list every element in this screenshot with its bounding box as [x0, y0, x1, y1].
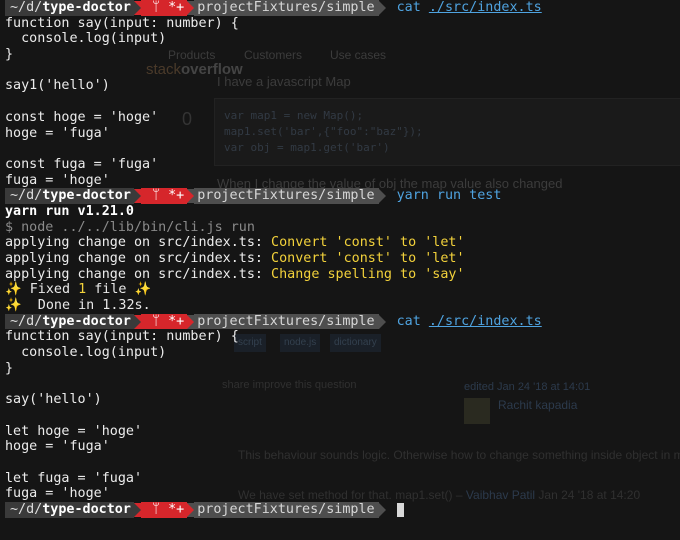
- output-line: function say(input: number) {: [5, 15, 239, 31]
- terminal-window[interactable]: ~/d/type-doctor ᛘ *+ projectFixtures/simp…: [0, 0, 680, 540]
- output-line: fuga = 'hoge': [5, 172, 110, 188]
- output-line: fuga = 'hoge': [5, 486, 110, 502]
- prompt-git-segment: ᛘ *+: [140, 502, 188, 518]
- shell-prompt: ~/d/type-doctor ᛘ *+ projectFixtures/simp…: [0, 0, 680, 16]
- done-line: ✨ Done in 1.32s.: [5, 298, 151, 314]
- shell-prompt-active[interactable]: ~/d/type-doctor ᛘ *+ projectFixtures/simp…: [0, 502, 680, 518]
- output-line: console.log(input): [5, 31, 167, 47]
- prompt-dir-segment: projectFixtures/simple: [194, 313, 379, 330]
- output-line: }: [5, 47, 14, 63]
- prompt-path-segment: ~/d/type-doctor: [5, 0, 134, 16]
- output-line: }: [5, 360, 14, 376]
- output-line: function say(input: number) {: [5, 329, 239, 345]
- change-line: applying change on src/index.ts: Convert…: [5, 235, 465, 251]
- prompt-git-segment: ᛘ *+: [140, 0, 188, 16]
- output-line: let hoge = 'hoge': [5, 423, 143, 439]
- yarn-version-line: yarn run v1.21.0: [5, 203, 134, 219]
- prompt-dir-segment: projectFixtures/simple: [194, 188, 379, 204]
- prompt-git-segment: ᛘ *+: [140, 313, 188, 330]
- fixed-summary-line: ✨ Fixed 1 file ✨: [5, 282, 152, 298]
- output-line: hoge = 'fuga': [5, 125, 110, 141]
- output-line: let fuga = 'fuga': [5, 470, 143, 486]
- output-line: say1('hello'): [5, 78, 110, 94]
- command-text: yarn run test: [396, 188, 502, 204]
- prompt-dir-segment: projectFixtures/simple: [194, 0, 379, 16]
- output-line: console.log(input): [5, 345, 167, 361]
- command-text: cat ./src/index.ts: [396, 313, 542, 329]
- node-command-line: $ node ../../lib/bin/cli.js run: [5, 219, 255, 235]
- output-line: hoge = 'fuga': [5, 439, 110, 455]
- prompt-path-segment: ~/d/type-doctor: [5, 313, 134, 330]
- output-line: const hoge = 'hoge': [5, 109, 159, 125]
- prompt-git-segment: ᛘ *+: [140, 188, 188, 204]
- prompt-path-segment: ~/d/type-doctor: [5, 188, 134, 204]
- prompt-path-segment: ~/d/type-doctor: [5, 502, 134, 518]
- output-line: say('hello'): [5, 392, 102, 408]
- terminal-cursor[interactable]: [396, 502, 404, 517]
- command-text: cat ./src/index.ts: [396, 0, 542, 15]
- change-line: applying change on src/index.ts: Change …: [5, 266, 465, 282]
- shell-prompt: ~/d/type-doctor ᛘ *+ projectFixtures/simp…: [0, 313, 680, 330]
- output-line: const fuga = 'fuga': [5, 156, 159, 172]
- shell-prompt: ~/d/type-doctor ᛘ *+ projectFixtures/simp…: [0, 188, 680, 204]
- change-line: applying change on src/index.ts: Convert…: [5, 251, 465, 266]
- prompt-dir-segment: projectFixtures/simple: [194, 502, 379, 518]
